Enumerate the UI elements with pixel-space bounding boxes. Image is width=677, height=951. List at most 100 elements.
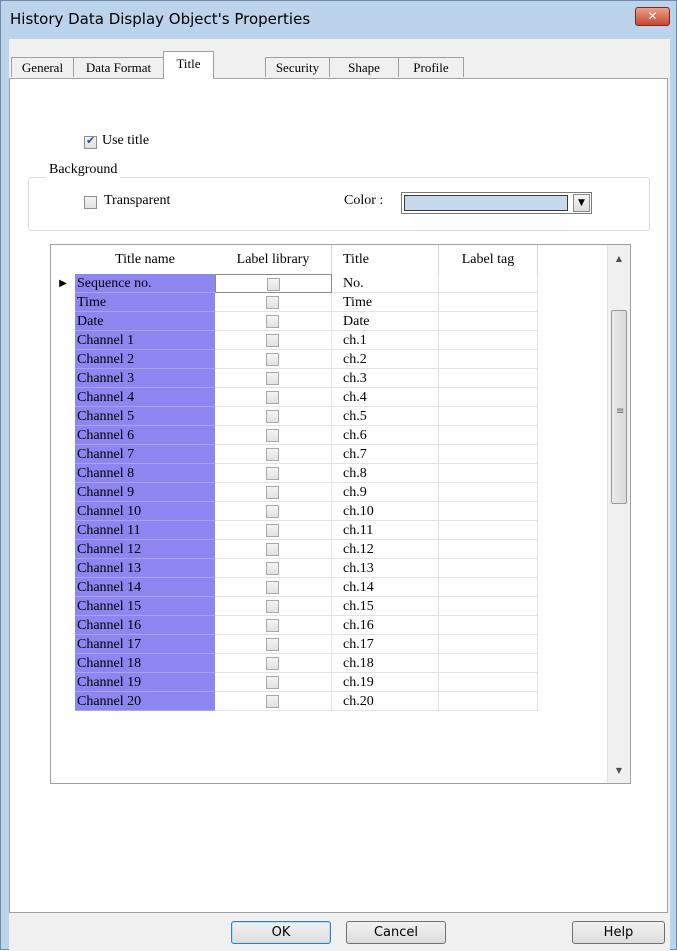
title-name-cell[interactable]: Channel 8: [75, 464, 215, 483]
title-name-cell[interactable]: Channel 15: [75, 597, 215, 616]
title-name-cell[interactable]: Channel 19: [75, 673, 215, 692]
label-library-checkbox[interactable]: [266, 410, 279, 423]
title-cell[interactable]: ch.4: [332, 388, 439, 407]
vertical-scrollbar[interactable]: ▲ ≡ ▼: [607, 245, 630, 783]
table-row[interactable]: Channel 6 ch.6: [51, 426, 608, 445]
title-cell[interactable]: ch.18: [332, 654, 439, 673]
label-tag-cell[interactable]: [439, 597, 538, 616]
label-tag-cell[interactable]: [439, 483, 538, 502]
table-row[interactable]: Channel 7 ch.7: [51, 445, 608, 464]
header-label-tag[interactable]: Label tag: [439, 245, 538, 274]
ok-button[interactable]: OK: [231, 921, 331, 944]
transparent-checkbox[interactable]: [84, 196, 97, 209]
title-cell[interactable]: ch.1: [332, 331, 439, 350]
label-library-checkbox[interactable]: [266, 619, 279, 632]
table-row[interactable]: Channel 19 ch.19: [51, 673, 608, 692]
header-title[interactable]: Title: [332, 245, 439, 274]
table-row[interactable]: Date Date: [51, 312, 608, 331]
label-tag-cell[interactable]: [439, 578, 538, 597]
label-tag-cell[interactable]: [439, 540, 538, 559]
title-grid[interactable]: Title name Label library Title Label tag…: [50, 244, 631, 784]
table-row[interactable]: Channel 20 ch.20: [51, 692, 608, 711]
title-cell[interactable]: ch.2: [332, 350, 439, 369]
table-row[interactable]: Channel 18 ch.18: [51, 654, 608, 673]
label-library-checkbox[interactable]: [266, 524, 279, 537]
label-tag-cell[interactable]: [439, 559, 538, 578]
label-library-checkbox[interactable]: [266, 296, 279, 309]
title-name-cell[interactable]: Channel 1: [75, 331, 215, 350]
title-name-cell[interactable]: Channel 20: [75, 692, 215, 711]
title-cell[interactable]: ch.19: [332, 673, 439, 692]
label-library-checkbox[interactable]: [266, 562, 279, 575]
scroll-up-arrow[interactable]: ▲: [608, 249, 630, 269]
title-cell[interactable]: No.: [332, 274, 439, 293]
table-row[interactable]: Channel 5 ch.5: [51, 407, 608, 426]
label-tag-cell[interactable]: [439, 521, 538, 540]
title-name-cell[interactable]: Channel 4: [75, 388, 215, 407]
tab-data-format[interactable]: Data Format: [73, 57, 164, 77]
table-row[interactable]: Channel 9 ch.9: [51, 483, 608, 502]
label-library-checkbox[interactable]: [266, 676, 279, 689]
table-row[interactable]: ▶ Sequence no. No.: [51, 274, 608, 293]
label-tag-cell[interactable]: [439, 502, 538, 521]
label-library-checkbox[interactable]: [266, 657, 279, 670]
table-row[interactable]: Channel 10 ch.10: [51, 502, 608, 521]
title-name-cell[interactable]: Time: [75, 293, 215, 312]
table-row[interactable]: Time Time: [51, 293, 608, 312]
table-row[interactable]: Channel 17 ch.17: [51, 635, 608, 654]
label-tag-cell[interactable]: [439, 673, 538, 692]
label-tag-cell[interactable]: [439, 445, 538, 464]
cancel-button[interactable]: Cancel: [346, 921, 446, 944]
title-name-cell[interactable]: Channel 6: [75, 426, 215, 445]
title-cell[interactable]: ch.14: [332, 578, 439, 597]
label-library-checkbox[interactable]: [266, 353, 279, 366]
header-label-library[interactable]: Label library: [215, 245, 332, 274]
title-cell[interactable]: ch.17: [332, 635, 439, 654]
label-library-checkbox[interactable]: [266, 429, 279, 442]
title-name-cell[interactable]: Channel 16: [75, 616, 215, 635]
label-tag-cell[interactable]: [439, 407, 538, 426]
table-row[interactable]: Channel 16 ch.16: [51, 616, 608, 635]
label-tag-cell[interactable]: [439, 692, 538, 711]
tab-profile[interactable]: Profile: [398, 57, 464, 77]
title-cell[interactable]: ch.16: [332, 616, 439, 635]
label-library-checkbox[interactable]: [266, 391, 279, 404]
table-row[interactable]: Channel 2 ch.2: [51, 350, 608, 369]
label-tag-cell[interactable]: [439, 312, 538, 331]
title-cell[interactable]: Date: [332, 312, 439, 331]
use-title-checkbox[interactable]: [84, 134, 97, 149]
title-cell[interactable]: ch.15: [332, 597, 439, 616]
label-library-checkbox[interactable]: [266, 505, 279, 518]
title-name-cell[interactable]: Channel 14: [75, 578, 215, 597]
tab-title[interactable]: Title: [163, 51, 214, 79]
label-tag-cell[interactable]: [439, 369, 538, 388]
label-tag-cell[interactable]: [439, 350, 538, 369]
tab-general[interactable]: General: [11, 57, 74, 77]
title-cell[interactable]: ch.9: [332, 483, 439, 502]
title-cell[interactable]: ch.8: [332, 464, 439, 483]
label-library-checkbox[interactable]: [266, 448, 279, 461]
title-name-cell[interactable]: Channel 10: [75, 502, 215, 521]
label-library-checkbox[interactable]: [266, 600, 279, 613]
table-row[interactable]: Channel 12 ch.12: [51, 540, 608, 559]
title-name-cell[interactable]: Channel 3: [75, 369, 215, 388]
help-button[interactable]: Help: [572, 921, 665, 944]
label-library-checkbox[interactable]: [266, 695, 279, 708]
title-name-cell[interactable]: Channel 11: [75, 521, 215, 540]
label-tag-cell[interactable]: [439, 388, 538, 407]
label-tag-cell[interactable]: [439, 464, 538, 483]
title-cell[interactable]: ch.11: [332, 521, 439, 540]
title-cell[interactable]: ch.12: [332, 540, 439, 559]
title-name-cell[interactable]: Channel 9: [75, 483, 215, 502]
table-row[interactable]: Channel 1 ch.1: [51, 331, 608, 350]
label-library-checkbox[interactable]: [267, 278, 280, 291]
tab-security[interactable]: Security: [265, 57, 330, 77]
tab-shape[interactable]: Shape: [329, 57, 399, 77]
color-dropdown-button[interactable]: ▼: [573, 194, 590, 212]
table-row[interactable]: Channel 4 ch.4: [51, 388, 608, 407]
table-row[interactable]: Channel 8 ch.8: [51, 464, 608, 483]
color-picker[interactable]: ▼: [401, 192, 592, 214]
title-cell[interactable]: ch.20: [332, 692, 439, 711]
title-cell[interactable]: Time: [332, 293, 439, 312]
label-tag-cell[interactable]: [439, 426, 538, 445]
